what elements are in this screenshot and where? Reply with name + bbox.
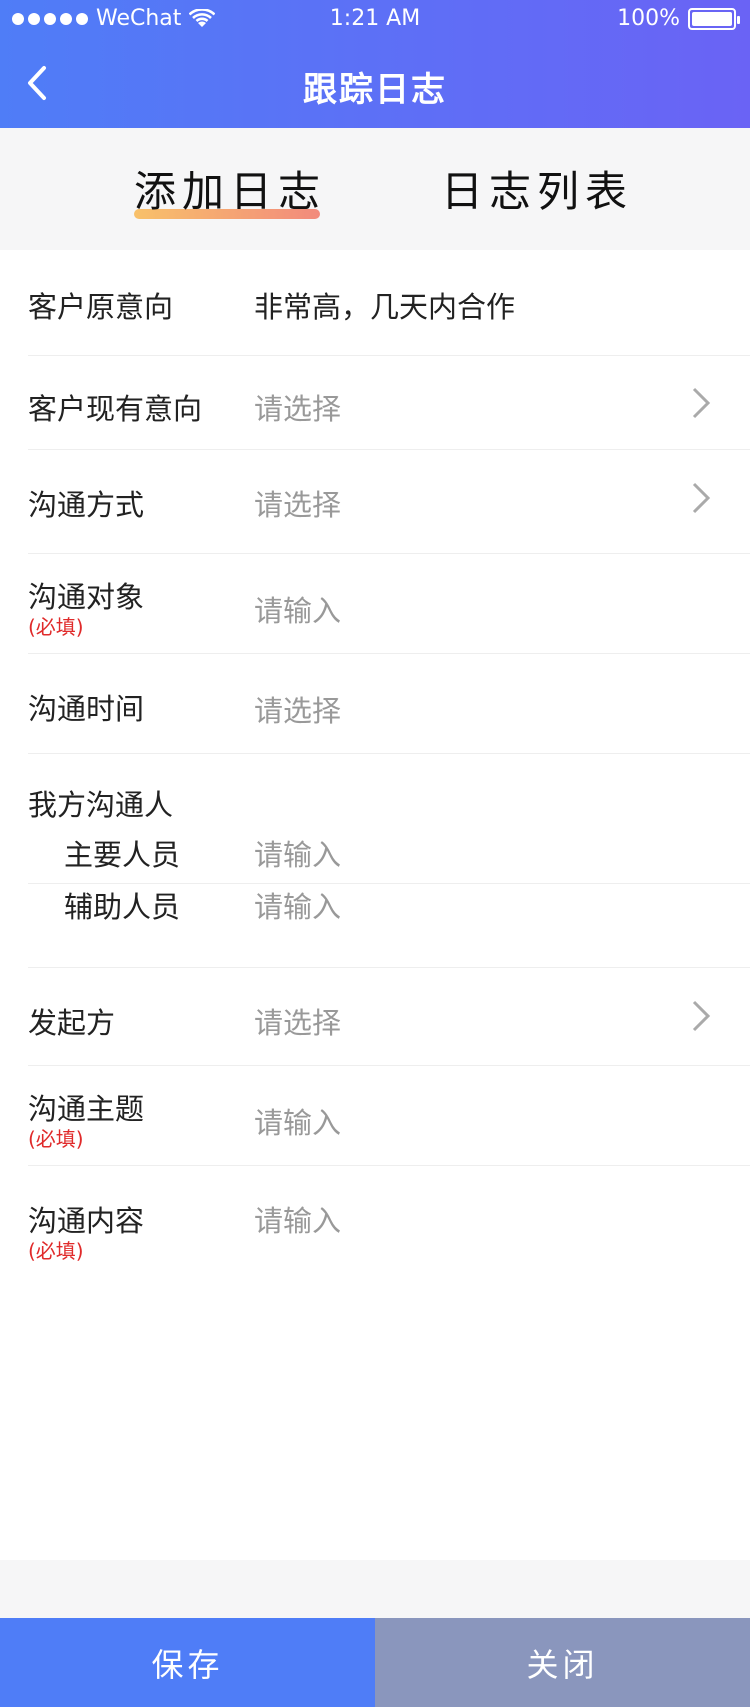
assistant-contact-label: 辅助人员 <box>64 890 181 924</box>
chevron-left-icon[interactable] <box>14 58 64 108</box>
comm-method-select[interactable]: 请选择 <box>254 482 341 524</box>
comm-target-label: 沟通对象 <box>28 580 145 614</box>
battery-icon <box>688 7 740 30</box>
assistant-contact-input[interactable]: 请输入 <box>254 884 341 926</box>
status-bar: WeChat 1:21 AM 100% <box>0 0 750 40</box>
battery-percent: 100% <box>617 6 680 31</box>
tab-log-list-label: 日志列表 <box>441 167 634 216</box>
comm-target-input[interactable]: 请输入 <box>254 588 341 630</box>
row-assistant-contact: 辅助人员 请输入 <box>28 884 750 968</box>
row-comm-content: 沟通内容 (必填) 请输入 <box>28 1166 750 1560</box>
nav-bar: 跟踪日志 <box>0 40 750 128</box>
comm-topic-input[interactable]: 请输入 <box>254 1100 341 1142</box>
original-intent-label: 客户原意向 <box>28 290 174 324</box>
comm-time-select[interactable]: 请选择 <box>254 688 341 730</box>
page-title: 跟踪日志 <box>303 70 447 110</box>
status-right: 100% <box>617 6 740 31</box>
row-comm-time[interactable]: 沟通时间 请选择 <box>28 654 750 754</box>
row-comm-topic: 沟通主题 (必填) 请输入 <box>28 1066 750 1166</box>
row-current-intent[interactable]: 客户现有意向 请选择 <box>28 356 750 450</box>
comm-time-label: 沟通时间 <box>28 692 145 726</box>
bottom-action-bar: 保存 关闭 <box>0 1618 750 1707</box>
tab-add-log-label: 添加日志 <box>134 167 327 216</box>
app-header: WeChat 1:21 AM 100% 跟踪日志 <box>0 0 750 128</box>
tab-add-log[interactable]: 添加日志 <box>134 158 326 219</box>
current-intent-label: 客户现有意向 <box>28 392 203 426</box>
row-comm-target: 沟通对象 (必填) 请输入 <box>28 554 750 654</box>
comm-content-textarea[interactable]: 请输入 <box>254 1198 341 1240</box>
original-intent-value: 非常高，几天内合作 <box>254 290 516 324</box>
row-our-contacts: 我方沟通人 主要人员 请输入 <box>28 754 750 884</box>
chevron-right-icon <box>692 1000 711 1032</box>
our-contacts-label: 我方沟通人 <box>28 788 174 822</box>
tab-log-list[interactable]: 日志列表 <box>441 158 633 219</box>
log-form: 客户原意向 非常高，几天内合作 客户现有意向 请选择 沟通方式 请选择 沟通对象… <box>0 250 750 1560</box>
row-initiator[interactable]: 发起方 请选择 <box>28 968 750 1066</box>
tab-bar: 添加日志 日志列表 <box>0 128 750 250</box>
required-mark: (必填) <box>28 1239 84 1263</box>
required-mark: (必填) <box>28 615 84 639</box>
initiator-label: 发起方 <box>28 1006 116 1040</box>
row-original-intent: 客户原意向 非常高，几天内合作 <box>28 250 750 356</box>
comm-method-label: 沟通方式 <box>28 488 145 522</box>
chevron-right-icon <box>692 387 711 419</box>
close-button[interactable]: 关闭 <box>375 1618 750 1707</box>
comm-topic-label: 沟通主题 <box>28 1092 145 1126</box>
comm-content-label: 沟通内容 <box>28 1204 145 1238</box>
save-button[interactable]: 保存 <box>0 1618 375 1707</box>
required-mark: (必填) <box>28 1127 84 1151</box>
current-intent-select[interactable]: 请选择 <box>254 386 341 428</box>
primary-contact-label: 主要人员 <box>64 838 181 872</box>
primary-contact-input[interactable]: 请输入 <box>254 832 341 874</box>
row-comm-method[interactable]: 沟通方式 请选择 <box>28 450 750 554</box>
chevron-right-icon <box>692 482 711 514</box>
initiator-select[interactable]: 请选择 <box>254 1000 341 1042</box>
